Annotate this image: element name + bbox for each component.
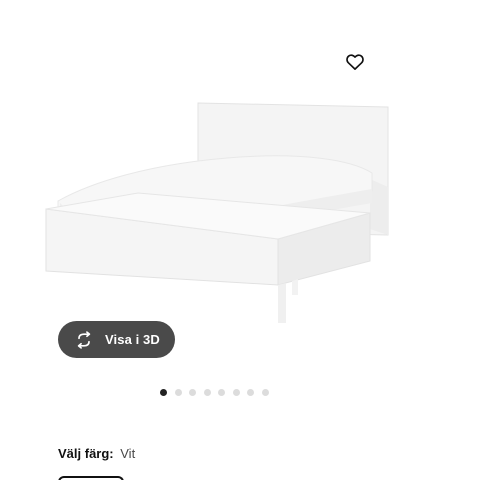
carousel-pagination [160,389,269,397]
carousel-dot[interactable] [203,389,211,396]
carousel-dot[interactable] [174,389,182,396]
rotate-arrows-icon [73,329,95,351]
carousel-dot[interactable] [261,389,269,396]
heart-outline-icon [346,54,364,70]
product-page: Visa i 3D Välj färg: Vit [0,0,480,480]
color-selector-heading: Välj färg: Vit [58,446,135,461]
carousel-dot[interactable] [232,389,240,396]
view-in-3d-button[interactable]: Visa i 3D [58,321,175,358]
carousel-dot[interactable] [218,389,225,396]
color-label: Välj färg: [58,446,114,461]
color-swatch-selected[interactable] [58,476,124,480]
carousel-dot[interactable] [160,389,167,396]
product-image [45,102,389,323]
carousel-dot[interactable] [247,389,254,396]
favorite-button[interactable] [343,50,367,74]
color-value: Vit [120,446,136,461]
carousel-dot[interactable] [189,389,196,396]
view-in-3d-label: Visa i 3D [105,332,160,347]
